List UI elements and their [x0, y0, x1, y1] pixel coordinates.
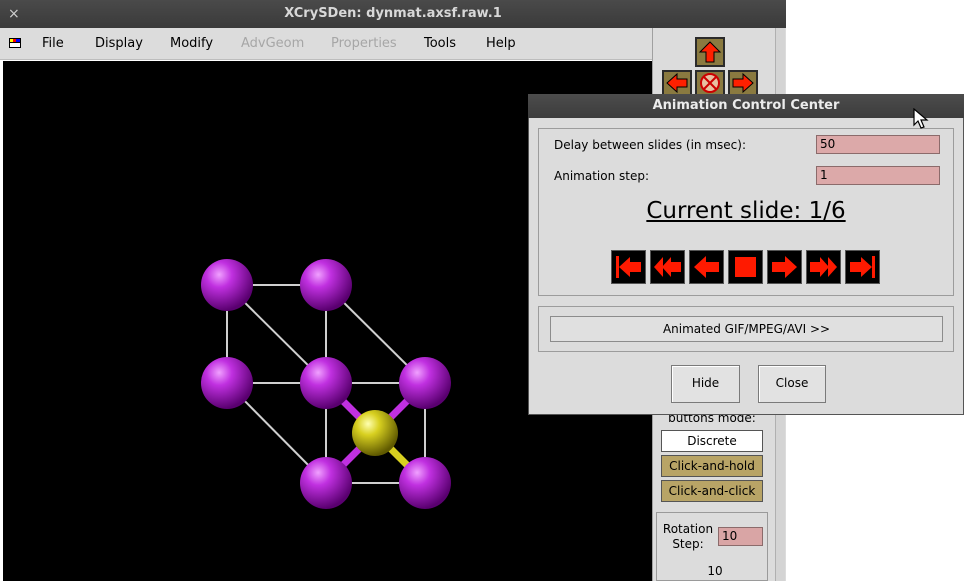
backward-button[interactable]	[689, 250, 724, 284]
rotate-right-button[interactable]	[728, 70, 758, 96]
atom-purple	[300, 457, 352, 509]
atom-yellow	[352, 410, 398, 456]
atom-purple	[399, 457, 451, 509]
rotate-left-button[interactable]	[662, 70, 692, 96]
rotate-up-button[interactable]	[695, 37, 725, 67]
dialog-title: Animation Control Center	[652, 98, 840, 113]
delay-input[interactable]: 50	[816, 135, 940, 154]
menu-display[interactable]: Display	[95, 36, 143, 51]
menu-file[interactable]: File	[42, 36, 64, 51]
window-close-button[interactable]: ×	[8, 0, 28, 28]
atom-purple	[300, 357, 352, 409]
main-window-title: XCrySDen: dynmat.axsf.raw.1	[284, 6, 502, 21]
main-window-titlebar: XCrySDen: dynmat.axsf.raw.1	[0, 0, 786, 28]
arrow-left-icon	[666, 72, 688, 94]
close-icon[interactable]: ×	[8, 6, 20, 22]
reset-view-button[interactable]	[695, 70, 725, 96]
menu-properties[interactable]: Properties	[331, 36, 397, 51]
atom-purple	[201, 259, 253, 311]
animation-step-label: Animation step:	[554, 169, 649, 183]
hide-button[interactable]: Hide	[671, 365, 740, 403]
animation-step-input[interactable]: 1	[816, 166, 940, 185]
fast-backward-icon	[654, 257, 681, 277]
reset-icon	[700, 73, 720, 93]
atom-purple	[201, 357, 253, 409]
current-slide-label: Current slide: 1/6	[646, 198, 846, 224]
backward-icon	[694, 256, 719, 278]
forward-button[interactable]	[767, 250, 802, 284]
mode-click-and-hold-button[interactable]: Click-and-hold	[661, 455, 763, 477]
rotation-step-input[interactable]: 10	[718, 527, 763, 546]
fast-forward-icon	[810, 257, 837, 277]
dialog-titlebar: Animation Control Center	[528, 94, 964, 118]
last-slide-icon	[850, 256, 875, 278]
rotation-step-value: 10	[707, 564, 723, 578]
menu-advgeom[interactable]: AdvGeom	[241, 36, 304, 51]
animated-gif-mpeg-avi-button[interactable]: Animated GIF/MPEG/AVI >>	[550, 316, 943, 342]
menu-modify[interactable]: Modify	[170, 36, 213, 51]
mode-discrete-button[interactable]: Discrete	[661, 430, 763, 452]
arrow-up-icon	[698, 41, 722, 63]
mouse-cursor-icon	[913, 108, 929, 129]
stop-icon	[735, 257, 756, 277]
delay-label: Delay between slides (in msec):	[554, 138, 746, 152]
menu-bar: File Display Modify AdvGeom Properties T…	[0, 28, 652, 60]
fast-backward-button[interactable]	[650, 250, 685, 284]
first-slide-button[interactable]	[611, 250, 646, 284]
close-button[interactable]: Close	[758, 365, 826, 403]
menu-tools[interactable]: Tools	[424, 36, 456, 51]
menu-help[interactable]: Help	[486, 36, 516, 51]
rotation-step-label: Rotation Step:	[662, 522, 714, 551]
forward-icon	[772, 256, 797, 278]
mode-click-and-click-button[interactable]: Click-and-click	[661, 480, 763, 502]
stop-button[interactable]	[728, 250, 763, 284]
app-icon	[9, 38, 21, 48]
first-slide-icon	[616, 256, 641, 278]
atom-purple	[300, 259, 352, 311]
last-slide-button[interactable]	[845, 250, 880, 284]
fast-forward-button[interactable]	[806, 250, 841, 284]
arrow-right-icon	[732, 72, 754, 94]
atom-purple	[399, 357, 451, 409]
